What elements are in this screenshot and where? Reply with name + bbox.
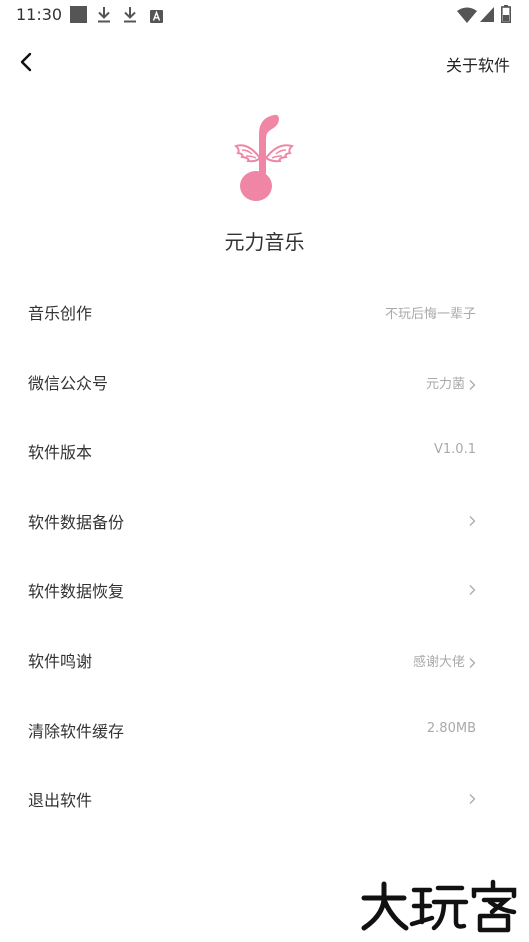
- wifi-icon: [457, 7, 477, 27]
- chevron-right-icon: [468, 654, 476, 669]
- settings-row-data-backup[interactable]: 软件数据备份: [0, 485, 529, 555]
- chevron-right-icon: [468, 790, 476, 805]
- settings-row-exit[interactable]: 退出软件: [0, 763, 529, 833]
- row-value: 2.80MB: [426, 720, 476, 736]
- row-value: V1.0.1: [434, 442, 476, 458]
- settings-row-music-creation[interactable]: 音乐创作 不玩后悔一辈子: [0, 276, 529, 346]
- app-name: 元力音乐: [224, 230, 305, 254]
- row-label: 软件数据备份: [28, 512, 125, 532]
- settings-row-version[interactable]: 软件版本 V1.0.1: [0, 415, 529, 485]
- row-label: 软件鸣谢: [28, 651, 93, 671]
- row-label: 清除软件缓存: [28, 721, 125, 741]
- settings-row-acknowledgements[interactable]: 软件鸣谢 感谢大佬: [0, 624, 529, 694]
- download-icon: [122, 6, 138, 27]
- row-value: 感谢大佬: [412, 654, 465, 670]
- back-button[interactable]: [8, 44, 44, 84]
- a-notification-icon: [150, 8, 163, 27]
- row-label: 微信公众号: [28, 373, 109, 393]
- chevron-left-icon: [20, 52, 32, 76]
- settings-list: 音乐创作 不玩后悔一辈子 微信公众号 元力菌 软件版本 V1.0.1 软件数据备…: [0, 276, 529, 833]
- page-title: 关于软件: [445, 56, 510, 75]
- download-icon: [96, 6, 112, 27]
- square-notification-icon: [70, 6, 87, 27]
- settings-row-data-restore[interactable]: 软件数据恢复: [0, 554, 529, 624]
- settings-row-clear-cache[interactable]: 清除软件缓存 2.80MB: [0, 694, 529, 764]
- row-value: 不玩后悔一辈子: [384, 307, 476, 322]
- chevron-right-icon: [468, 581, 476, 596]
- row-label: 软件数据恢复: [28, 582, 125, 602]
- status-time: 11:30: [16, 5, 63, 24]
- row-value: 元力菌: [425, 376, 465, 392]
- battery-icon: [501, 5, 511, 27]
- settings-row-wechat-account[interactable]: 微信公众号 元力菌: [0, 346, 529, 416]
- chevron-right-icon: [468, 376, 476, 391]
- winged-music-note-icon: [232, 112, 296, 208]
- signal-icon: [480, 7, 494, 26]
- app-bar: 关于软件: [0, 40, 529, 86]
- status-bar: 11:30: [0, 0, 529, 30]
- chevron-right-icon: [468, 512, 476, 526]
- row-label: 音乐创作: [28, 304, 93, 323]
- row-label: 软件版本: [28, 443, 93, 463]
- watermark-logo: [360, 878, 520, 934]
- row-label: 退出软件: [28, 791, 93, 811]
